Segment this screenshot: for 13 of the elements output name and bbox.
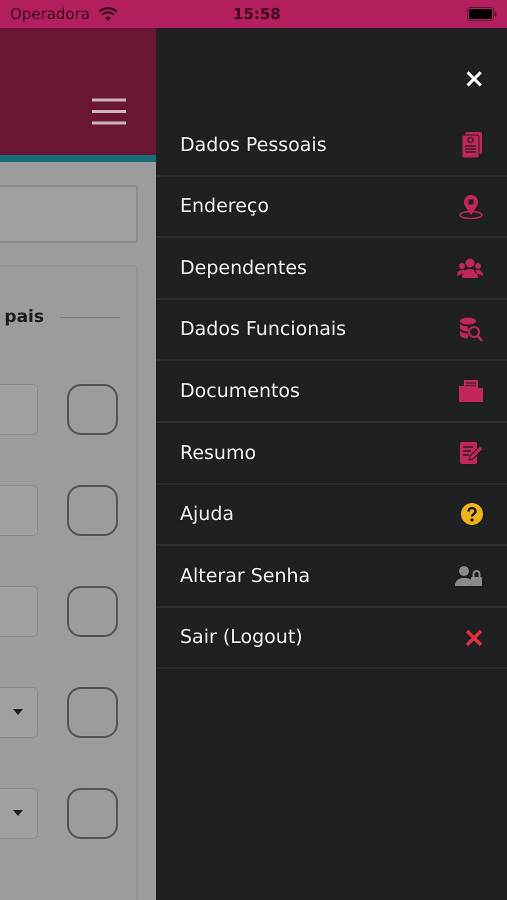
menu-item[interactable]: Alterar Senha [156, 546, 507, 608]
menu-item[interactable]: Sair (Logout) [156, 608, 507, 670]
menu-item[interactable]: Documentos [156, 361, 507, 423]
menu-item[interactable]: Dados Pessoais [156, 115, 507, 177]
clock-time: 15:58 [232, 4, 281, 25]
section-title: pais [4, 306, 44, 329]
carrier-name: Operadora [10, 4, 90, 25]
menu-item[interactable]: Ajuda [156, 484, 507, 546]
menu-item[interactable]: Dados Funcionais [156, 300, 507, 362]
menu-item[interactable]: Dependentes [156, 238, 507, 300]
menu-item[interactable]: Endereço [156, 176, 507, 238]
close-button[interactable]: × [459, 66, 489, 92]
menu-item[interactable]: Resumo [156, 422, 507, 485]
